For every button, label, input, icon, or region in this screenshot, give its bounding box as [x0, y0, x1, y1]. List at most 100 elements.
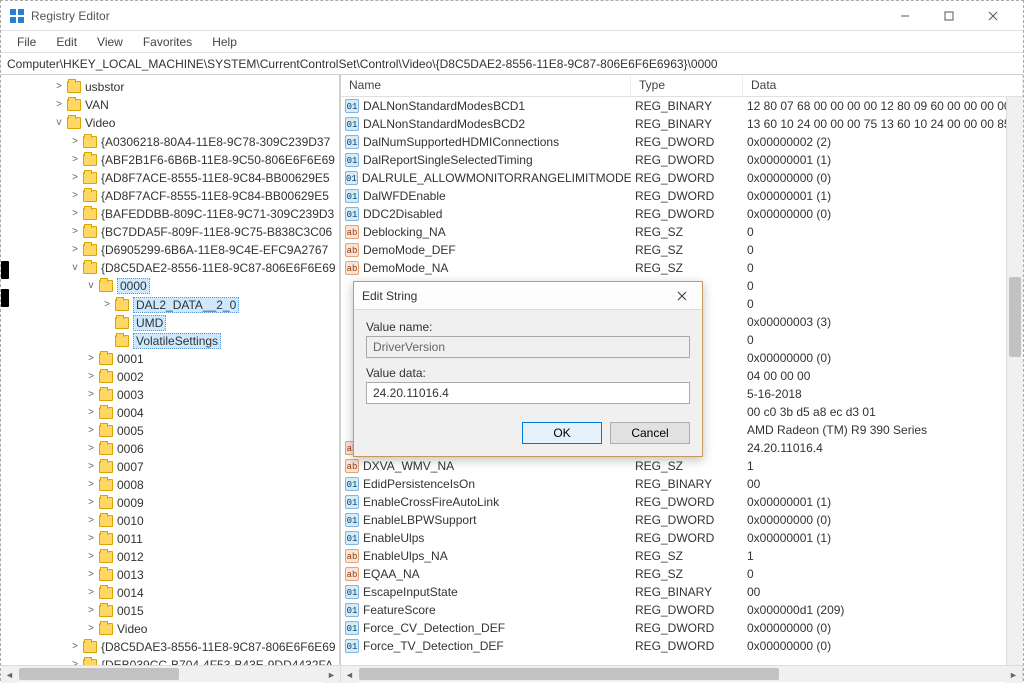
tree-item[interactable]: v{D8C5DAE2-8556-11E8-9C87-806E6F6E69v000… — [69, 258, 339, 638]
value-row[interactable]: abDXVA_WMV_NAREG_SZ1 — [341, 457, 1023, 475]
value-row[interactable]: 01DALNonStandardModesBCD1REG_BINARY12 80… — [341, 97, 1023, 115]
hscroll-right-arrow[interactable]: ► — [1005, 666, 1022, 683]
scrollbar-thumb[interactable] — [1009, 277, 1021, 357]
dialog-close-button[interactable] — [670, 286, 694, 306]
tree-toggle-icon[interactable]: > — [85, 476, 97, 494]
value-row[interactable]: abEQAA_NAREG_SZ0 — [341, 565, 1023, 583]
tree-item[interactable]: >{A0306218-80A4-11E8-9C78-309C239D37 — [69, 132, 339, 150]
tree-item[interactable]: >{D6905299-6B6A-11E8-9C4E-EFC9A2767 — [69, 240, 339, 258]
tree-item[interactable]: >VAN — [53, 95, 339, 113]
value-row[interactable]: 01FeatureScoreREG_DWORD0x000000d1 (209) — [341, 601, 1023, 619]
column-data[interactable]: Data — [743, 75, 1023, 96]
tree-toggle-icon[interactable]: > — [69, 223, 81, 241]
tree-item[interactable]: >{D8C5DAE3-8556-11E8-9C87-806E6F6E69 — [69, 637, 339, 655]
value-row[interactable]: 01EdidPersistenceIsOnREG_BINARY00 — [341, 475, 1023, 493]
menu-view[interactable]: View — [89, 33, 131, 51]
tree-item[interactable]: UMD — [101, 313, 339, 331]
value-row[interactable]: 01EnableCrossFireAutoLinkREG_DWORD0x0000… — [341, 493, 1023, 511]
tree-toggle-icon[interactable]: > — [85, 350, 97, 368]
tree-toggle-icon[interactable]: > — [85, 368, 97, 386]
value-row[interactable]: 01DalWFDEnableREG_DWORD0x00000001 (1) — [341, 187, 1023, 205]
value-row[interactable]: 01EscapeInputStateREG_BINARY00 — [341, 583, 1023, 601]
menu-edit[interactable]: Edit — [48, 33, 85, 51]
hscroll-left-arrow[interactable]: ◄ — [341, 666, 358, 683]
tree-item[interactable]: >0006 — [85, 439, 339, 457]
close-button[interactable] — [971, 2, 1015, 30]
value-row[interactable]: 01Force_TV_Detection_DEFREG_DWORD0x00000… — [341, 637, 1023, 655]
menu-file[interactable]: File — [9, 33, 44, 51]
tree-item[interactable]: >0011 — [85, 529, 339, 547]
tree-item[interactable]: >{BAFEDDBB-809C-11E8-9C71-309C239D3 — [69, 204, 339, 222]
value-row[interactable]: 01EnableUlpsREG_DWORD0x00000001 (1) — [341, 529, 1023, 547]
value-row[interactable]: abEnableUlps_NAREG_SZ1 — [341, 547, 1023, 565]
cancel-button[interactable]: Cancel — [610, 422, 690, 444]
tree-item[interactable]: >0015 — [85, 601, 339, 619]
tree-toggle-icon[interactable]: v — [69, 259, 81, 277]
hscroll-thumb-left[interactable] — [19, 668, 179, 680]
tree-item[interactable]: >0014 — [85, 583, 339, 601]
value-row[interactable]: abDeblocking_NAREG_SZ0 — [341, 223, 1023, 241]
value-data-field[interactable] — [366, 382, 690, 404]
tree-toggle-icon[interactable]: > — [69, 133, 81, 151]
tree-item[interactable]: >{AD8F7ACF-8555-11E8-9C84-BB00629E5 — [69, 186, 339, 204]
tree-toggle-icon[interactable]: > — [85, 458, 97, 476]
minimize-button[interactable] — [883, 2, 927, 30]
maximize-button[interactable] — [927, 2, 971, 30]
tree-pane[interactable]: >usbstor>VANvVideo>{A0306218-80A4-11E8-9… — [1, 75, 341, 665]
tree-item[interactable]: >0003 — [85, 385, 339, 403]
tree-item[interactable]: >{ABF2B1F6-6B6B-11E8-9C50-806E6F6E69 — [69, 150, 339, 168]
tree-item[interactable]: >0007 — [85, 457, 339, 475]
tree-toggle-icon[interactable]: > — [85, 404, 97, 422]
tree-toggle-icon[interactable]: > — [85, 386, 97, 404]
value-row[interactable]: 01DALRULE_ALLOWMONITORRANGELIMITMODESCRT… — [341, 169, 1023, 187]
tree-item[interactable]: >Video — [85, 619, 339, 637]
tree-item[interactable]: v0000>DAL2_DATA__2_0UMDVolatileSettings — [85, 277, 339, 350]
tree-toggle-icon[interactable]: > — [69, 169, 81, 187]
tree-toggle-icon[interactable]: > — [85, 512, 97, 530]
menu-favorites[interactable]: Favorites — [135, 33, 200, 51]
tree-item[interactable]: >{AD8F7ACE-8555-11E8-9C84-BB00629E5 — [69, 168, 339, 186]
tree-item[interactable]: >0009 — [85, 493, 339, 511]
tree-item[interactable]: >DAL2_DATA__2_0 — [101, 295, 339, 313]
tree-toggle-icon[interactable]: > — [69, 656, 81, 665]
tree-toggle-icon[interactable]: > — [85, 566, 97, 584]
tree-item[interactable]: >0008 — [85, 475, 339, 493]
tree-toggle-icon[interactable]: v — [53, 114, 65, 132]
tree-toggle-icon[interactable]: > — [69, 241, 81, 259]
tree-toggle-icon[interactable]: > — [85, 422, 97, 440]
value-row[interactable]: 01DDC2DisabledREG_DWORD0x00000000 (0) — [341, 205, 1023, 223]
tree-toggle-icon[interactable]: > — [85, 530, 97, 548]
tree-item[interactable]: >0001 — [85, 349, 339, 367]
tree-item[interactable]: >{BC7DDA5F-809F-11E8-9C75-B838C3C06 — [69, 222, 339, 240]
tree-toggle-icon[interactable]: > — [85, 620, 97, 638]
tree-toggle-icon[interactable]: > — [85, 494, 97, 512]
tree-toggle-icon[interactable]: > — [69, 151, 81, 169]
hscroll-thumb-right[interactable] — [359, 668, 779, 680]
tree-item[interactable]: >{DEB039CC-B704-4F53-B43E-9DD4432FA — [69, 655, 339, 665]
menu-help[interactable]: Help — [204, 33, 245, 51]
value-row[interactable]: abDemoMode_DEFREG_SZ0 — [341, 241, 1023, 259]
tree-toggle-icon[interactable]: > — [85, 440, 97, 458]
tree-toggle-icon[interactable]: v — [85, 277, 97, 295]
hscroll-right-arrow[interactable]: ► — [323, 666, 340, 683]
column-type[interactable]: Type — [631, 75, 743, 96]
tree-toggle-icon[interactable]: > — [69, 187, 81, 205]
tree-toggle-icon[interactable]: > — [69, 638, 81, 656]
tree-item[interactable]: >0005 — [85, 421, 339, 439]
value-row[interactable]: abDemoMode_NAREG_SZ0 — [341, 259, 1023, 277]
vertical-scrollbar[interactable] — [1006, 97, 1023, 665]
tree-toggle-icon[interactable]: > — [101, 296, 113, 314]
address-bar[interactable]: Computer\HKEY_LOCAL_MACHINE\SYSTEM\Curre… — [1, 53, 1023, 75]
ok-button[interactable]: OK — [522, 422, 602, 444]
tree-item[interactable]: >0012 — [85, 547, 339, 565]
value-row[interactable]: 01DALNonStandardModesBCD2REG_BINARY13 60… — [341, 115, 1023, 133]
tree-toggle-icon[interactable]: > — [85, 548, 97, 566]
tree-item[interactable]: >0010 — [85, 511, 339, 529]
value-row[interactable]: 01Force_CV_Detection_DEFREG_DWORD0x00000… — [341, 619, 1023, 637]
tree-toggle-icon[interactable]: > — [85, 584, 97, 602]
tree-toggle-icon[interactable]: > — [69, 205, 81, 223]
tree-item[interactable]: >0013 — [85, 565, 339, 583]
hscroll-left-arrow[interactable]: ◄ — [1, 666, 18, 683]
tree-toggle-icon[interactable]: > — [53, 78, 65, 96]
tree-item[interactable]: VolatileSettings — [101, 331, 339, 349]
